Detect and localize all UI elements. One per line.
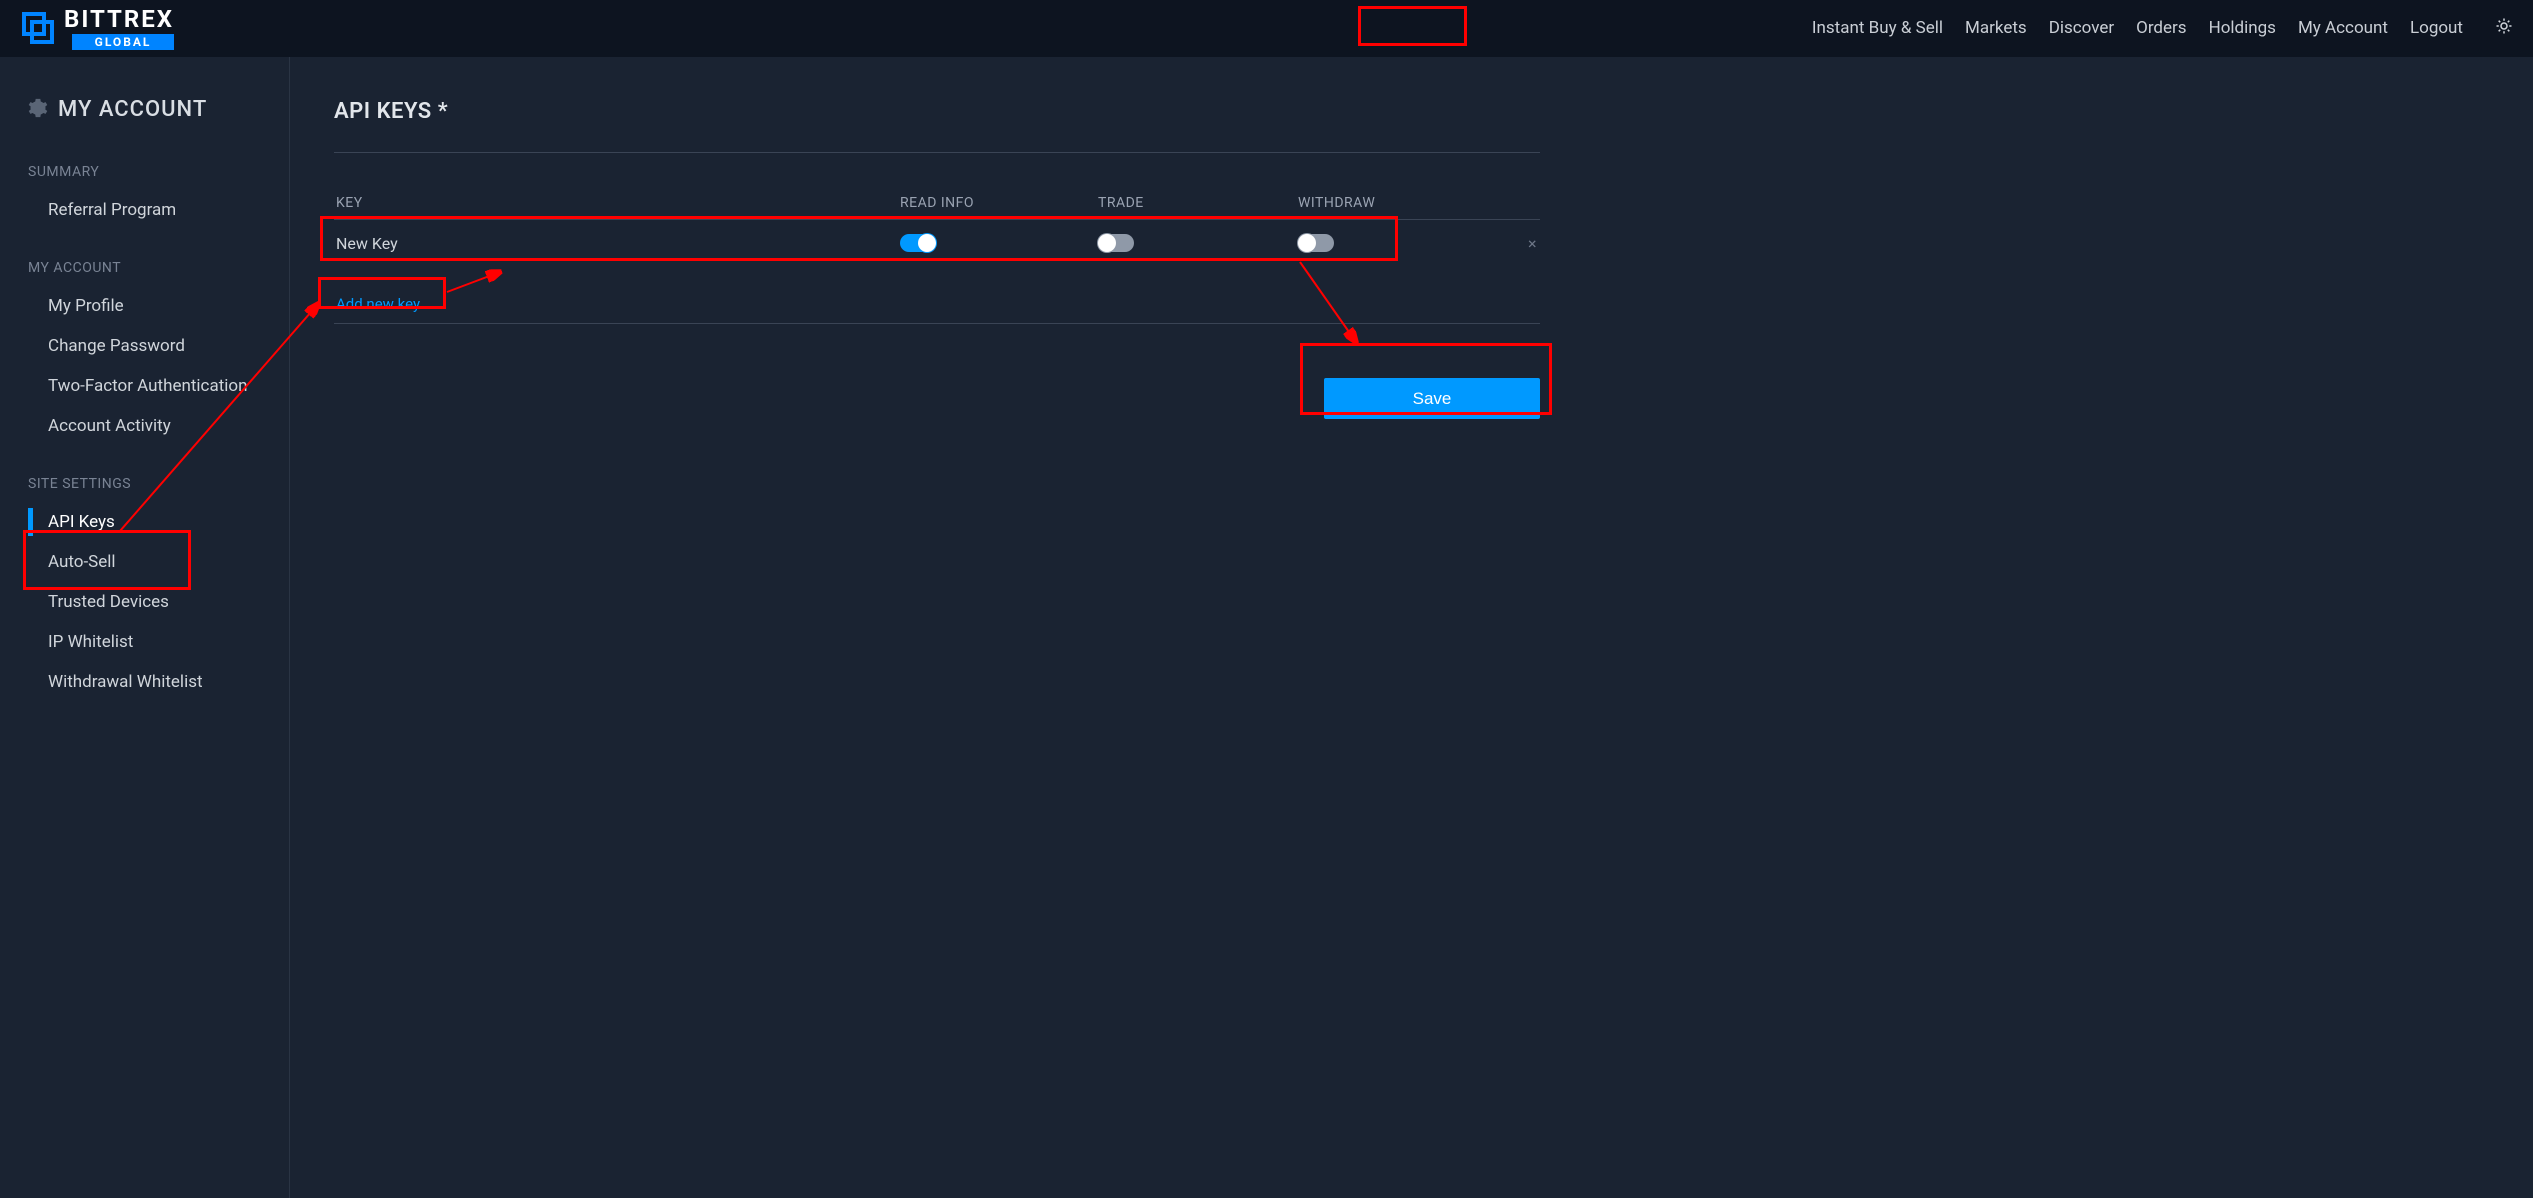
table-row: New Key ×	[334, 220, 1540, 266]
nav-orders[interactable]: Orders	[2136, 18, 2186, 38]
sidebar-item-label: My Profile	[48, 296, 124, 316]
sidebar-item-trusted[interactable]: Trusted Devices	[0, 582, 289, 622]
table-header: KEY READ INFO TRADE WITHDRAW	[334, 195, 1540, 220]
sidebar-item-password[interactable]: Change Password	[0, 326, 289, 366]
sidebar-group-site: SITE SETTINGS	[0, 456, 289, 502]
toggle-read-info[interactable]	[900, 234, 936, 252]
sidebar-item-label: Auto-Sell	[48, 552, 116, 572]
sidebar-item-referral[interactable]: Referral Program	[0, 190, 289, 230]
brand-logo[interactable]: BITTREX GLOBAL	[20, 7, 174, 50]
brand-main: BITTREX	[64, 7, 174, 31]
sidebar-item-label: Change Password	[48, 336, 185, 356]
sidebar: MY ACCOUNT SUMMARY Referral Program MY A…	[0, 57, 290, 1198]
nav-my-account[interactable]: My Account	[2298, 18, 2388, 38]
key-name: New Key	[334, 234, 900, 253]
sidebar-item-twofa[interactable]: Two-Factor Authentication	[0, 366, 289, 406]
api-keys-table: KEY READ INFO TRADE WITHDRAW New Key ×	[334, 195, 1540, 266]
col-header-read: READ INFO	[900, 195, 1098, 211]
close-icon[interactable]: ×	[1458, 234, 1537, 253]
sidebar-item-label: IP Whitelist	[48, 632, 133, 652]
nav-markets[interactable]: Markets	[1965, 18, 2027, 38]
col-header-withdraw: WITHDRAW	[1298, 195, 1458, 211]
top-nav: Instant Buy & Sell Markets Discover Orde…	[1812, 17, 2513, 40]
page-title: API KEYS *	[334, 99, 1540, 153]
sidebar-item-label: Two-Factor Authentication	[48, 376, 247, 396]
toggle-trade[interactable]	[1098, 234, 1134, 252]
sidebar-item-label: Withdrawal Whitelist	[48, 672, 203, 692]
sidebar-item-label: API Keys	[48, 512, 115, 532]
sidebar-header: MY ACCOUNT	[0, 97, 289, 144]
nav-logout[interactable]: Logout	[2410, 18, 2463, 38]
add-key-row: Add new key...	[334, 266, 1540, 324]
nav-discover[interactable]: Discover	[2049, 18, 2114, 38]
bittrex-logo-icon	[20, 10, 56, 46]
theme-toggle-icon[interactable]	[2495, 17, 2513, 40]
sidebar-group-account: MY ACCOUNT	[0, 240, 289, 286]
sidebar-item-label: Trusted Devices	[48, 592, 169, 612]
brand-sub: GLOBAL	[72, 34, 174, 50]
sidebar-item-profile[interactable]: My Profile	[0, 286, 289, 326]
add-new-key-link[interactable]: Add new key...	[334, 295, 431, 313]
main-content: API KEYS * KEY READ INFO TRADE WITHDRAW …	[290, 57, 2533, 1198]
gear-icon	[28, 98, 48, 122]
sidebar-title: MY ACCOUNT	[58, 97, 207, 122]
nav-holdings[interactable]: Holdings	[2209, 18, 2276, 38]
sidebar-item-withdraw-whitelist[interactable]: Withdrawal Whitelist	[0, 662, 289, 702]
sidebar-item-auto-sell[interactable]: Auto-Sell	[0, 542, 289, 582]
sidebar-item-activity[interactable]: Account Activity	[0, 406, 289, 446]
col-header-key: KEY	[334, 195, 900, 211]
sidebar-item-label: Account Activity	[48, 416, 171, 436]
sidebar-item-label: Referral Program	[48, 200, 176, 220]
sidebar-item-api-keys[interactable]: API Keys	[0, 502, 289, 542]
save-button[interactable]: Save	[1324, 378, 1540, 419]
sidebar-item-ip-whitelist[interactable]: IP Whitelist	[0, 622, 289, 662]
nav-instant[interactable]: Instant Buy & Sell	[1812, 18, 1943, 38]
col-header-trade: TRADE	[1098, 195, 1298, 211]
brand-text: BITTREX GLOBAL	[64, 7, 174, 50]
sidebar-group-summary: SUMMARY	[0, 144, 289, 190]
toggle-withdraw[interactable]	[1298, 234, 1334, 252]
header-bar: BITTREX GLOBAL Instant Buy & Sell Market…	[0, 0, 2533, 57]
